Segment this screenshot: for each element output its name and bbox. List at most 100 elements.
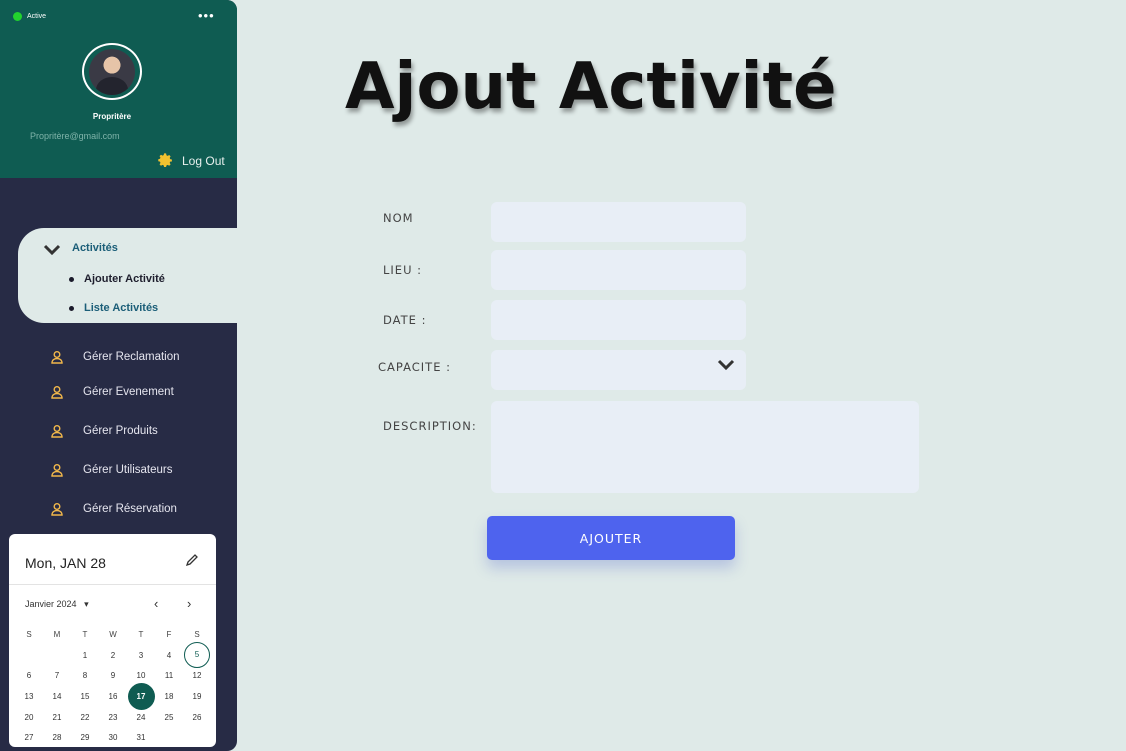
chevron-left-icon[interactable]: ‹ [154, 596, 158, 611]
calendar-day[interactable]: 8 [71, 671, 99, 680]
menu-title-activites[interactable]: Activités [72, 242, 118, 254]
day-number: 29 [80, 733, 90, 743]
caret-down-icon: ▾ [79, 599, 89, 609]
calendar-day[interactable]: 16 [99, 692, 127, 701]
calendar-day[interactable]: 29 [71, 733, 99, 742]
calendar-day[interactable]: 2 [99, 651, 127, 660]
day-number: 28 [52, 733, 62, 743]
day-number: 27 [24, 733, 34, 743]
avatar[interactable] [89, 49, 135, 95]
sidebar: Active ••• Propritère Propritère@gmail.c… [0, 0, 237, 751]
calendar-day[interactable]: 22 [71, 713, 99, 722]
calendar-day[interactable]: 31 [127, 733, 155, 742]
sidebar-item-utilisateurs[interactable]: Gérer Utilisateurs [50, 463, 172, 477]
chevron-down-icon[interactable] [43, 244, 61, 256]
ajouter-button[interactable]: AJOUTER [487, 516, 735, 560]
profile-name: Propritère [92, 112, 132, 121]
day-number: 4 [166, 650, 172, 660]
lieu-input[interactable] [491, 250, 746, 290]
calendar-day[interactable]: 3 [127, 651, 155, 660]
bullet-icon [69, 276, 74, 282]
day-number: 18 [164, 691, 174, 701]
weekday-label: S [194, 629, 200, 639]
calendar-day[interactable]: 26 [183, 713, 211, 722]
month-label: Janvier 2024 [25, 599, 77, 609]
user-icon [51, 386, 63, 399]
calendar-day[interactable]: 25 [155, 713, 183, 722]
divider [9, 584, 216, 585]
calendar-day[interactable]: 20 [15, 713, 43, 722]
calendar-day[interactable]: 24 [127, 713, 155, 722]
day-number: 5 [184, 642, 210, 669]
calendar-day[interactable]: 5 [183, 642, 211, 669]
calendar-day[interactable]: 17 [127, 682, 155, 710]
calendar-day[interactable]: 21 [43, 713, 71, 722]
logout-button[interactable]: Log Out [157, 152, 225, 169]
week-row: 27 28 29 30 31 [15, 727, 211, 748]
calendar-weeks: 1 2 3 4 5 6 7 8 9 10 11 12 13 14 15 16 17 18 19 20 21 22 23 24 2… [15, 642, 211, 748]
month-selector[interactable]: Janvier 2024 ▾ [25, 599, 89, 610]
sidebar-item-reclamation[interactable]: Gérer Reclamation [50, 350, 180, 364]
calendar-day[interactable]: 23 [99, 713, 127, 722]
user-icon [51, 425, 63, 438]
bullet-icon [69, 305, 74, 311]
profile-panel: Active ••• Propritère Propritère@gmail.c… [0, 0, 237, 178]
day-number: 1 [82, 650, 88, 660]
weekday-label: F [166, 629, 172, 639]
day-number: 22 [80, 712, 90, 722]
calendar-day[interactable]: 28 [43, 733, 71, 742]
weekday-label: M [53, 629, 61, 639]
sidebar-item-reservation[interactable]: Gérer Réservation [50, 502, 177, 516]
day-number: 17 [127, 682, 155, 710]
calendar-day[interactable]: 7 [43, 671, 71, 680]
sidebar-item-label: Gérer Utilisateurs [83, 464, 173, 476]
day-number: 3 [138, 650, 144, 660]
day-number: 9 [110, 671, 116, 681]
calendar-day[interactable]: 12 [183, 671, 211, 680]
calendar-day[interactable]: 27 [15, 733, 43, 742]
profile-email: Propritère@gmail.com [30, 131, 120, 141]
nom-input[interactable] [491, 202, 746, 242]
calendar-day[interactable]: 1 [71, 651, 99, 660]
calendar-day[interactable]: 9 [99, 671, 127, 680]
label-lieu: LIEU : [383, 263, 423, 277]
calendar-day[interactable]: 10 [127, 671, 155, 680]
submenu-liste-activites[interactable]: Liste Activités [69, 302, 158, 314]
sidebar-item-label: Gérer Réservation [83, 503, 177, 515]
user-icon [51, 351, 63, 364]
calendar-day[interactable]: 30 [99, 733, 127, 742]
pencil-icon[interactable] [185, 553, 199, 567]
status-dot-icon [13, 12, 22, 21]
calendar-day[interactable]: 14 [43, 692, 71, 701]
sidebar-item-evenement[interactable]: Gérer Evenement [50, 385, 174, 399]
calendar-day[interactable]: 18 [155, 692, 183, 701]
description-textarea[interactable] [491, 401, 919, 493]
day-number: 26 [192, 712, 202, 722]
week-row: 1 2 3 4 5 [15, 642, 211, 669]
calendar-day[interactable]: 4 [155, 651, 183, 660]
date-input[interactable] [491, 300, 746, 340]
day-number: 20 [24, 712, 34, 722]
logout-label: Log Out [182, 153, 225, 168]
day-number: 11 [164, 671, 174, 681]
submenu-label: Ajouter Activité [84, 273, 165, 285]
day-number: 12 [192, 671, 202, 681]
sidebar-item-produits[interactable]: Gérer Produits [50, 424, 158, 438]
calendar-day[interactable]: 11 [155, 671, 183, 680]
calendar-day[interactable]: 15 [71, 692, 99, 701]
chevron-down-icon[interactable] [717, 359, 735, 371]
day-number: 10 [136, 671, 146, 681]
label-date: DATE : [383, 313, 427, 327]
more-options-icon[interactable]: ••• [198, 8, 215, 23]
day-number: 2 [110, 650, 116, 660]
capacite-select[interactable] [491, 350, 746, 390]
sidebar-item-label: Gérer Produits [83, 425, 158, 437]
day-number: 19 [192, 691, 202, 701]
calendar-day[interactable]: 6 [15, 671, 43, 680]
chevron-right-icon[interactable]: › [187, 596, 191, 611]
calendar-day[interactable]: 13 [15, 692, 43, 701]
sidebar-item-label: Gérer Evenement [83, 386, 174, 398]
day-number: 16 [108, 691, 118, 701]
submenu-ajouter-activite[interactable]: Ajouter Activité [69, 273, 165, 285]
calendar-day[interactable]: 19 [183, 692, 211, 701]
